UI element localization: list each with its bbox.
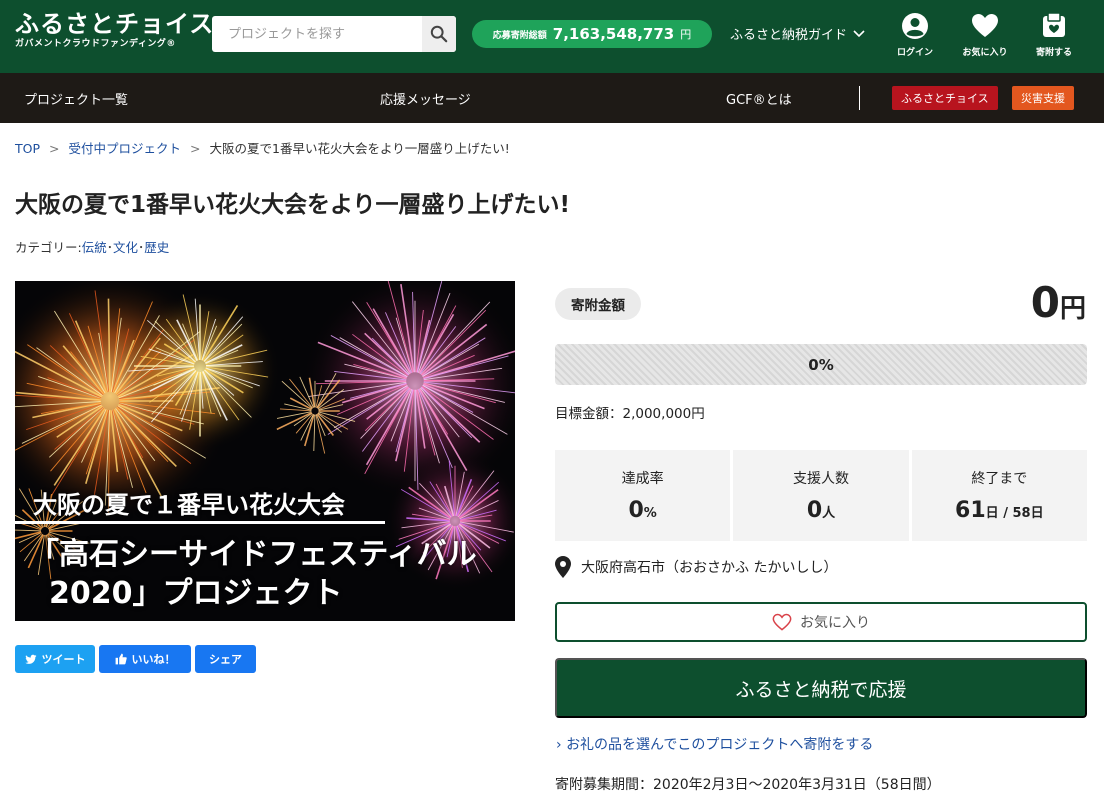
search-box xyxy=(212,16,456,52)
progress-bar: 0% xyxy=(555,344,1087,385)
chevron-right-icon: › xyxy=(556,737,562,753)
donation-total-badge: 応募寄附総額 7,163,548,773 円 xyxy=(472,20,712,48)
stat-supporters: 支援人数 0人 xyxy=(733,450,909,541)
stat-achievement-rate: 達成率 0% xyxy=(555,450,731,541)
category-culture[interactable]: 文化 xyxy=(113,240,138,255)
goal-amount: 目標金額：2,000,000円 xyxy=(555,402,705,422)
furusato-support-button[interactable]: ふるさと納税で応援 xyxy=(555,658,1087,718)
stat-label: 支援人数 xyxy=(792,471,849,487)
donation-amount-value: 0円 xyxy=(1031,278,1086,327)
hero-text-line3: 2020」プロジェクト xyxy=(49,576,343,611)
breadcrumb-current: 大阪の夏で1番早い花火大会をより一層盛り上げたい! xyxy=(209,141,510,156)
stat-unit: 日 xyxy=(985,506,999,521)
stat-value: 0% xyxy=(555,498,730,523)
like-label: いいね！ xyxy=(131,653,176,666)
breadcrumb-sep: > xyxy=(190,141,201,156)
page-title: 大阪の夏で1番早い花火大会をより一層盛り上げたい! xyxy=(15,192,571,218)
category-line: カテゴリー:伝統･文化･歴史 xyxy=(15,237,169,256)
stat-label: 達成率 xyxy=(621,471,664,487)
login-button[interactable]: ログイン xyxy=(883,12,947,58)
main-nav: プロジェクト一覧 応援メッセージ GCF®とは ふるさとチョイス 災害支援 xyxy=(0,73,1104,123)
goal-label: 目標金額： xyxy=(555,406,623,422)
donation-amount-unit: 円 xyxy=(1059,294,1086,324)
logo-main-text: ふるさとチョイス xyxy=(15,9,215,38)
stat-number: 0 xyxy=(628,498,644,523)
donate-label: 寄附する xyxy=(1035,48,1072,58)
login-label: ログイン xyxy=(896,48,933,58)
donation-amount-number: 0 xyxy=(1030,278,1060,327)
twitter-bird-icon xyxy=(24,654,36,664)
stat-number: 61 xyxy=(955,498,986,523)
location-text: 大阪府高石市（おおさかふ たかいしし） xyxy=(581,560,838,576)
nav-gcf[interactable]: GCF®とは xyxy=(726,89,792,108)
stats-panel: 達成率 0% 支援人数 0人 終了まで 61日 / 58日 xyxy=(555,450,1087,541)
tweet-button[interactable]: ツイート xyxy=(15,645,95,673)
goal-value: 2,000,000円 xyxy=(622,406,705,422)
nav-choice-badge[interactable]: ふるさとチョイス xyxy=(892,86,998,110)
tax-guide-label: ふるさと納税ガイド xyxy=(730,28,848,43)
like-button[interactable]: いいね！ xyxy=(99,645,191,673)
donation-total-amount: 7,163,548,773 xyxy=(552,25,675,43)
stat-remaining-days: 終了まで 61日 / 58日 xyxy=(911,450,1087,541)
project-location: 大阪府高石市（おおさかふ たかいしし） xyxy=(555,556,837,578)
category-history[interactable]: 歴史 xyxy=(144,240,169,255)
site-logo[interactable]: ふるさとチョイス ガバメントクラウドファンディング® xyxy=(15,10,214,50)
favorite-button[interactable]: お気に入り xyxy=(555,602,1087,642)
nav-disaster-badge[interactable]: 災害支援 xyxy=(1012,86,1074,110)
hero-text-line1: 大阪の夏で１番早い花火大会 xyxy=(33,491,345,519)
tweet-label: ツイート xyxy=(41,653,86,666)
favorites-button[interactable]: お気に入り xyxy=(953,12,1017,58)
stat-value: 0人 xyxy=(733,498,908,523)
stat-unit: % xyxy=(643,506,657,521)
period-label: 寄附募集期間： xyxy=(555,777,653,793)
stat-number: 0 xyxy=(806,498,823,523)
favorite-button-label: お気に入り xyxy=(800,614,870,630)
site-header: ふるさとチョイス ガバメントクラウドファンディング® 応募寄附総額 7,163,… xyxy=(0,0,1104,73)
search-input[interactable] xyxy=(212,16,422,52)
user-icon xyxy=(902,13,928,39)
stat-unit: 人 xyxy=(822,506,836,521)
stat-value: 61日 / 58日 xyxy=(912,498,1087,523)
donate-button[interactable]: 寄附する xyxy=(1022,12,1086,58)
donation-period: 寄附募集期間：2020年2月3日～2020年3月31日（58日間） xyxy=(555,774,941,794)
nav-projects[interactable]: プロジェクト一覧 xyxy=(24,89,128,108)
progress-text: 0% xyxy=(808,355,834,374)
breadcrumb: TOP > 受付中プロジェクト > 大阪の夏で1番早い花火大会をより一層盛り上げたい! xyxy=(15,138,510,157)
hero-divider xyxy=(15,521,385,524)
gift-selection-link[interactable]: › お礼の品を選んでこのプロジェクトへ寄附をする xyxy=(556,734,873,754)
donate-box-icon xyxy=(1043,12,1065,37)
nav-messages[interactable]: 応援メッセージ xyxy=(380,89,471,108)
breadcrumb-top[interactable]: TOP xyxy=(15,141,40,156)
category-tradition[interactable]: 伝統 xyxy=(82,240,107,255)
map-pin-icon xyxy=(555,556,571,578)
donation-total-unit: 円 xyxy=(680,28,692,41)
breadcrumb-accepting[interactable]: 受付中プロジェクト xyxy=(69,141,182,156)
heart-outline-icon xyxy=(772,613,792,631)
search-icon xyxy=(430,25,448,43)
stat-label: 終了まで xyxy=(971,471,1028,487)
project-hero-image: 大阪の夏で１番早い花火大会 「高石シーサイドフェスティバル 2020」プロジェク… xyxy=(15,281,515,621)
category-label: カテゴリー: xyxy=(15,240,82,255)
share-button[interactable]: シェア xyxy=(195,645,256,673)
nav-divider xyxy=(859,86,860,110)
thumbs-up-icon xyxy=(115,653,127,665)
favorites-label: お気に入り xyxy=(962,48,1008,58)
breadcrumb-sep: > xyxy=(49,141,60,156)
tax-guide-dropdown[interactable]: ふるさと納税ガイド xyxy=(730,24,865,43)
donation-amount-label: 寄附金額 xyxy=(555,288,641,320)
hero-text-line2: 「高石シーサイドフェスティバル xyxy=(29,537,477,572)
heart-icon xyxy=(972,14,998,37)
chevron-down-icon xyxy=(853,29,865,37)
search-button[interactable] xyxy=(422,16,456,52)
stat-total: / 58日 xyxy=(998,506,1044,521)
period-value: 2020年2月3日～2020年3月31日（58日間） xyxy=(653,777,941,793)
gift-link-text: お礼の品を選んでこのプロジェクトへ寄附をする xyxy=(566,737,874,753)
donation-total-label: 応募寄附総額 xyxy=(492,30,547,41)
logo-sub-text: ガバメントクラウドファンディング® xyxy=(15,39,176,49)
